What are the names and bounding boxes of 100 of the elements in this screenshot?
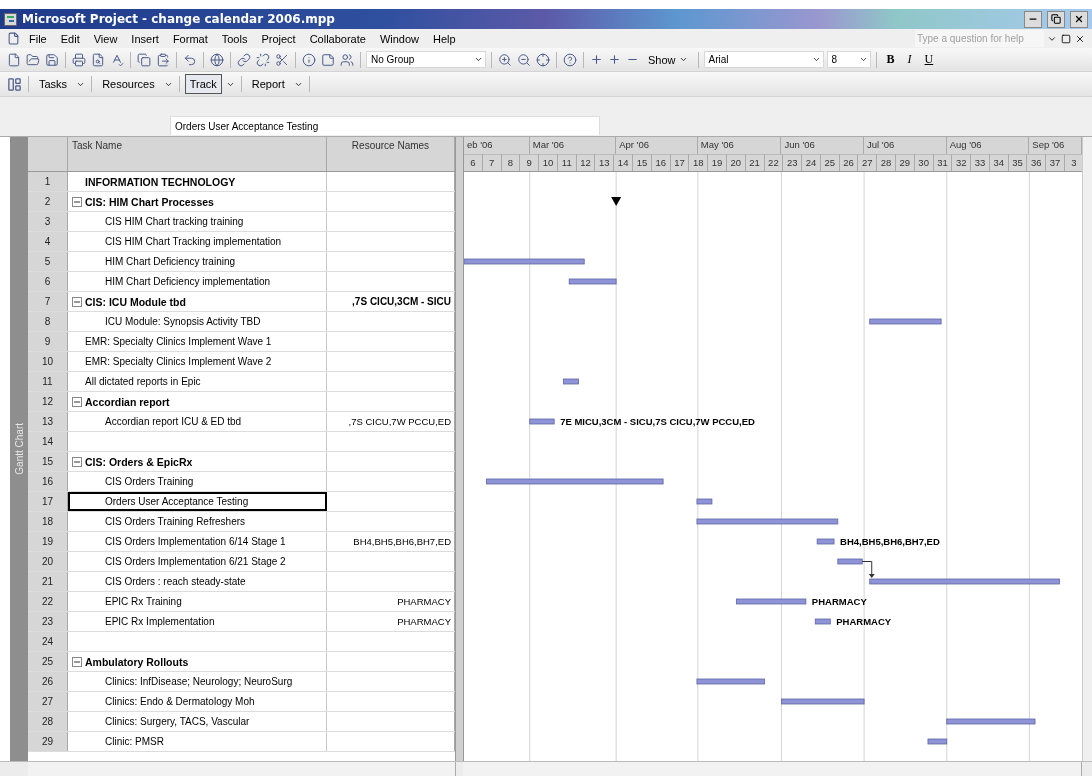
task-name-cell[interactable]: CIS HIM Chart tracking training [68, 212, 327, 231]
row-number[interactable]: 18 [28, 512, 68, 531]
menu-item[interactable]: Tools [215, 32, 254, 45]
indent-icon[interactable] [607, 52, 622, 67]
row-number[interactable]: 24 [28, 632, 68, 651]
task-name-cell[interactable]: Orders User Acceptance Testing [68, 492, 327, 511]
task-name-cell[interactable]: CIS: ICU Module tbd [68, 292, 327, 311]
panel-icon[interactable] [6, 75, 23, 93]
task-name-cell[interactable]: CIS Orders Training Refreshers [68, 512, 327, 531]
menu-item[interactable]: Format [166, 32, 214, 45]
show-button[interactable]: Show [643, 49, 693, 70]
column-header[interactable]: Task Name [68, 137, 327, 171]
task-name-cell[interactable]: Accordian report [68, 392, 327, 411]
row-number[interactable]: 3 [28, 212, 68, 231]
task-name-cell[interactable]: CIS Orders Implementation 6/21 Stage 2 [68, 552, 327, 571]
guide-button[interactable]: Track [184, 74, 222, 94]
guide-button[interactable]: Resources [97, 74, 160, 94]
row-number[interactable]: 7 [28, 292, 68, 311]
task-name-cell[interactable]: CIS Orders : reach steady-state [68, 572, 327, 591]
help-icon[interactable] [562, 51, 578, 68]
crosshair-icon[interactable] [535, 51, 551, 68]
row-number[interactable]: 20 [28, 552, 68, 571]
row-number[interactable]: 23 [28, 612, 68, 631]
row-number[interactable]: 10 [28, 352, 68, 371]
underline-button[interactable]: U [919, 52, 939, 67]
close-button[interactable] [1070, 10, 1088, 28]
menu-item[interactable]: Help [427, 32, 462, 45]
font-select[interactable]: Arial [703, 51, 824, 68]
restore-icon[interactable] [1060, 32, 1072, 45]
zoom-in-icon[interactable] [497, 51, 513, 68]
note-icon[interactable] [320, 51, 336, 68]
restore-button[interactable] [1047, 10, 1065, 28]
row-number[interactable]: 15 [28, 452, 68, 471]
menu-item[interactable]: Project [255, 32, 302, 45]
task-name-cell[interactable]: EPIC Rx Training [68, 592, 327, 611]
task-name-cell[interactable]: CIS: Orders & EpicRx [68, 452, 327, 471]
row-number[interactable]: 16 [28, 472, 68, 491]
menu-item[interactable]: View [87, 32, 124, 45]
task-name-cell[interactable]: INFORMATION TECHNOLOGY [68, 172, 327, 191]
task-name-cell[interactable]: CIS Orders Implementation 6/14 Stage 1 [68, 532, 327, 551]
task-bar[interactable] [927, 738, 948, 745]
collapse-icon[interactable] [72, 656, 82, 667]
task-bar[interactable] [735, 598, 807, 605]
users-icon[interactable] [339, 51, 355, 68]
menu-item[interactable]: Collaborate [303, 32, 372, 45]
collapse-icon[interactable] [72, 296, 82, 307]
paste-icon[interactable] [155, 51, 171, 68]
task-name-cell[interactable]: All dictated reports in Epic [68, 372, 327, 391]
milestone-icon[interactable] [611, 197, 622, 206]
task-name-cell[interactable]: Clinics: Endo & Dermatology Moh [68, 692, 327, 711]
task-name-cell[interactable]: CIS: HIM Chart Processes [68, 192, 327, 211]
task-name-cell[interactable]: ICU Module: Synopsis Activity TBD [68, 312, 327, 331]
print-icon[interactable] [71, 51, 87, 68]
open-folder-icon[interactable] [25, 51, 41, 68]
task-bar[interactable] [814, 618, 831, 625]
guide-button[interactable]: Report [246, 74, 290, 94]
row-number[interactable]: 8 [28, 312, 68, 331]
row-number[interactable]: 12 [28, 392, 68, 411]
task-name-cell[interactable]: HIM Chart Deficiency training [68, 252, 327, 271]
menu-item[interactable]: Insert [125, 32, 165, 45]
task-name-cell[interactable]: CIS Orders Training [68, 472, 327, 491]
menu-item[interactable]: File [23, 32, 53, 45]
info-icon[interactable] [301, 51, 317, 68]
task-bar[interactable] [696, 498, 713, 505]
row-number[interactable]: 29 [28, 732, 68, 751]
link-icon[interactable] [236, 51, 252, 68]
save-icon[interactable] [44, 51, 60, 68]
task-name-cell[interactable]: EMR: Specialty Clinics Implement Wave 2 [68, 352, 327, 371]
task-bar[interactable] [563, 378, 579, 385]
task-bar[interactable] [816, 538, 835, 545]
row-number[interactable]: 19 [28, 532, 68, 551]
task-name-cell[interactable]: Clinics: Surgery, TACS, Vascular [68, 712, 327, 731]
row-number[interactable]: 27 [28, 692, 68, 711]
font-size-select[interactable]: 8 [826, 51, 871, 68]
task-name-cell[interactable]: CIS HIM Chart Tracking implementation [68, 232, 327, 251]
row-number[interactable]: 21 [28, 572, 68, 591]
collapse-icon[interactable] [72, 456, 82, 467]
row-number[interactable]: 2 [28, 192, 68, 211]
zoom-out-icon[interactable] [516, 51, 532, 68]
entry-field[interactable]: Orders User Acceptance Testing [170, 116, 600, 135]
task-name-cell[interactable]: Clinic: PMSR [68, 732, 327, 751]
row-number[interactable]: 1 [28, 172, 68, 191]
minimize-button[interactable] [1024, 10, 1042, 28]
collapse-icon[interactable] [72, 196, 82, 207]
outdent-icon[interactable] [589, 52, 604, 67]
group-select[interactable]: No Group [366, 51, 486, 68]
task-name-cell[interactable]: EPIC Rx Implementation [68, 612, 327, 631]
task-bar[interactable] [837, 558, 863, 565]
horizontal-scrollbar[interactable] [28, 762, 456, 776]
row-number[interactable]: 22 [28, 592, 68, 611]
task-name-cell[interactable]: EMR: Specialty Clinics Implement Wave 1 [68, 332, 327, 351]
bold-button[interactable]: B [881, 52, 900, 67]
task-name-cell[interactable]: HIM Chart Deficiency implementation [68, 272, 327, 291]
copy-icon[interactable] [136, 51, 152, 68]
row-number[interactable]: 26 [28, 672, 68, 691]
menu-item[interactable]: Window [373, 32, 426, 45]
row-number[interactable]: 13 [28, 412, 68, 431]
row-number[interactable]: 6 [28, 272, 68, 291]
collapse-icon[interactable] [72, 396, 82, 407]
row-number[interactable]: 4 [28, 232, 68, 251]
